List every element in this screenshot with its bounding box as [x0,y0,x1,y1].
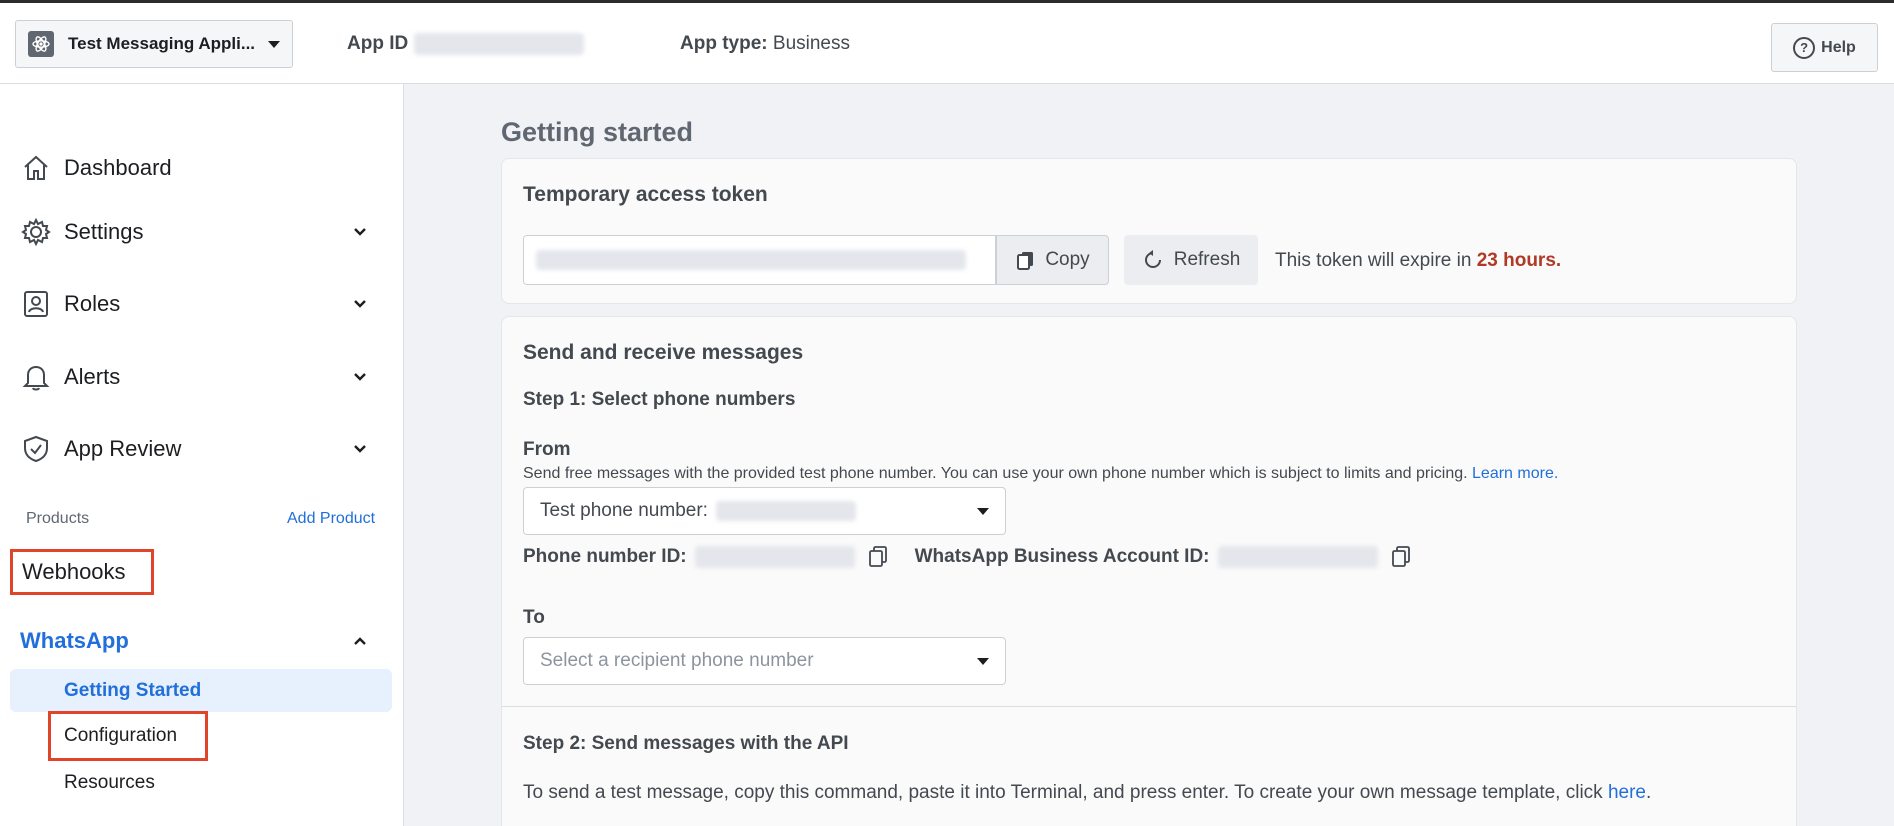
app-id-value-redacted [414,33,585,55]
sidebar-item-label: Roles [64,291,121,316]
sidebar-item-whatsapp[interactable]: WhatsApp [20,621,370,661]
help-button[interactable]: ? Help [1771,23,1878,72]
waba-id-redacted [1217,546,1378,568]
cmd-end: . [1645,782,1652,803]
add-product-link[interactable]: Add Product [287,510,375,528]
cmd-text: To send a test message, copy this comman… [523,782,1603,803]
learn-more-link[interactable]: Learn more. [1472,465,1558,482]
sidebar-item-alerts[interactable]: Alerts [20,357,370,397]
sidebar-item-label: WhatsApp [20,628,129,653]
recipient-phone-select[interactable]: Select a recipient phone number [523,637,1006,685]
sidebar-item-app-review[interactable]: App Review [20,429,370,469]
messages-card-title: Send and receive messages [523,341,804,364]
phone-id-redacted [694,546,855,568]
chevron-down-icon[interactable] [350,294,370,314]
expiry-value: 23 hours. [1476,250,1562,271]
sidebar-subitem-getting-started[interactable]: Getting Started [10,669,392,712]
sidebar-item-label: Alerts [64,364,121,389]
chevron-down-icon[interactable] [350,222,370,242]
sidebar-item-dashboard[interactable]: Dashboard [20,148,370,188]
chevron-down-icon[interactable] [350,367,370,387]
app-type-label: App type: [680,33,768,54]
refresh-icon [1144,250,1161,268]
copy-icon [1017,252,1034,270]
from-phone-select[interactable]: Test phone number: [523,487,1006,535]
copy-icon[interactable] [867,545,889,569]
app-selector[interactable]: Test Messaging Appli... [15,20,293,68]
template-here-link[interactable]: here [1608,782,1646,803]
sidebar-item-label: Webhooks [22,559,126,584]
access-token-field[interactable] [523,235,996,285]
sidebar-item-label: Configuration [64,725,178,746]
page-title: Getting started [501,117,694,147]
sidebar-subitem-resources[interactable]: Resources [64,772,155,794]
sidebar-item-webhooks[interactable]: Webhooks [10,549,154,595]
from-select-label: Test phone number: [540,500,708,521]
recipient-placeholder: Select a recipient phone number [540,650,814,671]
sidebar-item-label: Settings [64,219,144,244]
refresh-token-button[interactable]: Refresh [1124,235,1258,285]
app-id: App ID [347,33,585,55]
expiry-label: This token will expire in [1275,250,1472,271]
atom-icon [28,31,54,57]
from-label: From [523,439,571,460]
sidebar-item-roles[interactable]: Roles [20,284,370,324]
sidebar-subitem-configuration[interactable]: Configuration [48,711,208,761]
sidebar-item-label: Getting Started [64,679,202,701]
token-expiry-text: This token will expire in 23 hours. [1275,250,1561,272]
roles-icon [20,288,52,320]
step1-heading: Step 1: Select phone numbers [523,389,796,410]
refresh-label: Refresh [1173,249,1241,270]
step2-description: To send a test message, copy this comman… [523,782,1651,804]
caret-down-icon [268,40,280,48]
sidebar-item-label: Dashboard [64,155,172,180]
divider [502,706,1796,707]
sidebar-item-settings[interactable]: Settings [20,212,370,252]
app-name: Test Messaging Appli... [68,34,256,53]
token-card: Temporary access token Copy Refresh This… [501,158,1797,304]
id-row: Phone number ID: WhatsApp Business Accou… [523,545,1412,569]
sidebar-item-label: App Review [64,436,182,461]
from-description: Send free messages with the provided tes… [523,465,1558,483]
shield-check-icon [20,433,52,465]
from-desc-text: Send free messages with the provided tes… [523,465,1468,482]
app-id-label: App ID [347,33,409,54]
messages-card: Send and receive messages Step 1: Select… [501,316,1797,826]
chevron-down-icon[interactable] [350,439,370,459]
caret-down-icon [977,658,989,665]
copy-label: Copy [1045,249,1090,270]
home-icon [20,152,52,184]
app-type: App type: Business [680,33,850,55]
gear-icon [20,216,52,248]
token-value-redacted [536,250,966,270]
bell-icon [20,361,52,393]
chevron-up-icon[interactable] [350,631,370,651]
token-card-title: Temporary access token [523,183,768,206]
waba-id-label: WhatsApp Business Account ID: [914,546,1210,567]
to-label: To [523,607,545,628]
question-icon: ? [1793,36,1816,59]
sidebar: Dashboard Settings Roles Alerts App Revi… [0,84,404,826]
help-label: Help [1821,38,1856,56]
test-phone-redacted [715,501,856,521]
copy-token-button[interactable]: Copy [996,235,1109,285]
step2-heading: Step 2: Send messages with the API [523,733,849,754]
copy-icon[interactable] [1390,545,1412,569]
top-bar: Test Messaging Appli... App ID App type:… [0,0,1894,84]
products-label: Products [26,510,90,527]
caret-down-icon [977,508,989,515]
phone-id-label: Phone number ID: [523,546,687,567]
app-type-value: Business [772,33,850,54]
